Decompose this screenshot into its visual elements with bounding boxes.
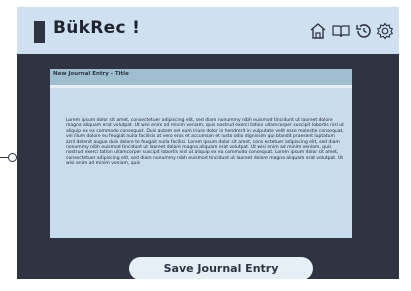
journal-title-bar[interactable]: New Journal Entry - Title: [50, 69, 352, 85]
app-window: BükRec ! New Journal Entry - Title Lorem…: [17, 7, 399, 279]
divider: [50, 85, 352, 88]
top-bar: BükRec !: [17, 7, 399, 54]
history-icon[interactable]: [354, 21, 374, 41]
journal-entry-editor[interactable]: New Journal Entry - Title Lorem ipsum do…: [50, 69, 352, 238]
save-journal-entry-button[interactable]: Save Journal Entry: [129, 257, 313, 279]
book-icon[interactable]: [331, 21, 351, 41]
journal-body-text[interactable]: Lorem ipsum dolor sit amet, consectetuer…: [66, 118, 344, 167]
journal-title-input[interactable]: New Journal Entry - Title: [53, 71, 129, 77]
connector-handle[interactable]: [8, 153, 17, 162]
home-icon[interactable]: [308, 21, 328, 41]
app-title: BükRec !: [53, 18, 141, 38]
settings-icon[interactable]: [375, 21, 395, 41]
logo-icon: [34, 21, 45, 43]
